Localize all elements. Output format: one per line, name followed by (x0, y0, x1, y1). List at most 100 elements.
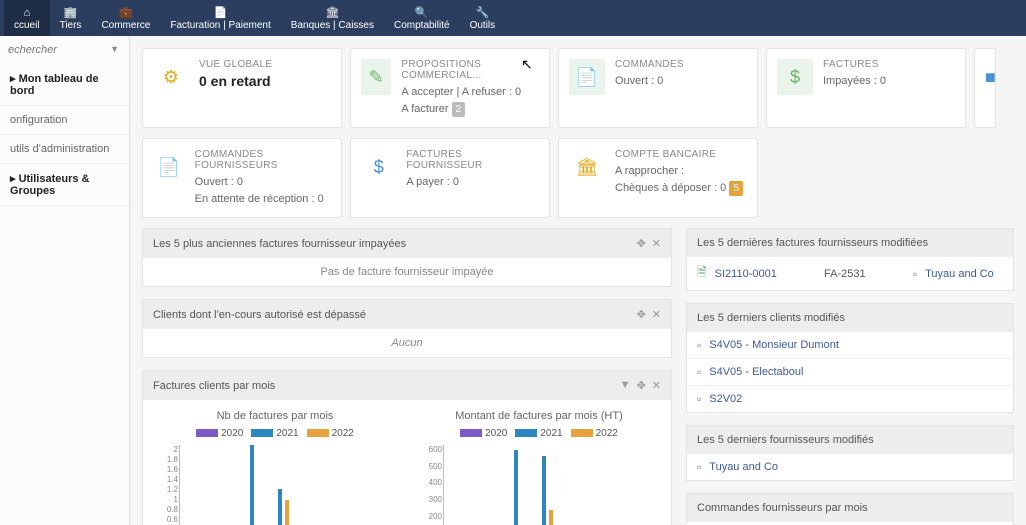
file-icon: 📄 (214, 6, 228, 20)
panel-title: Factures clients par mois (153, 380, 275, 392)
caret-down-icon[interactable]: ▼ (110, 44, 119, 54)
list-ref[interactable]: S4V05 - Monsieur Dumont (709, 339, 839, 351)
card-propositions-commercial-[interactable]: ✎PROPOSITIONS COMMERCIAL...A accepter | … (350, 48, 550, 128)
list-item[interactable]: ▫S4V05 - Electaboul (687, 358, 1013, 385)
list-ref[interactable]: Tuyau and Co (709, 461, 778, 473)
panel-client-invoices-chart: Factures clients par mois ▼ ✥ ✕ Nb de fa… (142, 370, 672, 525)
panel-title: Clients dont l'en-cours autorisé est dép… (153, 309, 366, 321)
list-ref[interactable]: SI2110-0001 (715, 268, 777, 280)
card-commandes-fournisseurs[interactable]: 📄COMMANDES FOURNISSEURSOuvert : 0En atte… (142, 138, 342, 218)
panel-body: 🗎SI2110-0001FA-2531▫Tuyau and Co (687, 257, 1013, 290)
list-ref[interactable]: S4V05 - Electaboul (709, 366, 803, 378)
card-title: PROPOSITIONS COMMERCIAL... (401, 59, 539, 81)
cards-row-1: ⚙VUE GLOBALE0 en retard✎PROPOSITIONS COM… (142, 48, 1014, 128)
layout: ▼ ▸ Mon tableau de bordonfigurationutils… (0, 36, 1026, 525)
panel-title: Commandes fournisseurs par mois (697, 502, 868, 514)
badge: 5 (729, 181, 743, 196)
gear-icon: ⚙ (153, 59, 189, 95)
panel-header: Les 5 dernières factures fournisseurs mo… (687, 229, 1013, 257)
move-icon[interactable]: ✥ (637, 237, 646, 250)
panel-title: Les 5 derniers clients modifiés (697, 312, 845, 324)
card-line: Ouvert : 0 (195, 174, 331, 191)
y-axis: 21.81.61.41.210.80.60.40.20 (154, 445, 178, 525)
nav-label: ccueil (14, 20, 40, 31)
panel-body: Aucun (143, 329, 671, 357)
panel-body: ▫S4V05 - Monsieur Dumont▫S4V05 - Electab… (687, 332, 1013, 412)
file-icon: ■ (985, 59, 996, 95)
building-icon: ▫ (913, 267, 917, 281)
card-line: Ouvert : 0 (615, 73, 684, 90)
panel-title: Les 5 dernières factures fournisseurs mo… (697, 237, 928, 249)
nav-outils[interactable]: 🔧Outils (460, 0, 506, 36)
y-axis: 6005004003002001000 (418, 445, 442, 525)
bar (542, 456, 546, 525)
card-title: COMMANDES FOURNISSEURS (195, 149, 331, 171)
card-clipped[interactable]: ■ (974, 48, 996, 128)
card-factures-fournisseur[interactable]: $FACTURES FOURNISSEURA payer : 0 (350, 138, 550, 218)
sidebar-item-utilisateurs-groupes[interactable]: ▸ Utilisateurs & Groupes (0, 164, 129, 206)
move-icon[interactable]: ✥ (637, 379, 646, 392)
chart-title: Nb de factures par mois (153, 410, 397, 422)
card-compte-bancaire[interactable]: 🏛COMPTE BANCAIREA rapprocher :Chèques à … (558, 138, 758, 218)
chart-bars (444, 445, 651, 525)
chart-area: Nb de factures par mois 202020212022 21.81… (143, 400, 671, 525)
dollar-file-icon: $ (777, 59, 813, 95)
close-icon[interactable]: ✕ (652, 237, 661, 250)
nav-label: Tiers (60, 20, 82, 31)
nav-ccueil[interactable]: ⌂ccueil (4, 0, 50, 36)
panel-header: Les 5 derniers fournisseurs modifiés (687, 426, 1013, 454)
filter-icon[interactable]: ▼ (620, 379, 631, 392)
card-title: COMMANDES (615, 59, 684, 70)
sidebar-item-mon-tableau-de-bord[interactable]: ▸ Mon tableau de bord (0, 64, 129, 106)
chart-plot: 21.81.61.41.210.80.60.40.20 (179, 445, 387, 525)
file-icon: 📄 (153, 149, 185, 185)
panel-title: Les 5 derniers fournisseurs modifiés (697, 434, 874, 446)
nav-facturation-paiement[interactable]: 📄Facturation | Paiement (160, 0, 280, 36)
card-main: 0 en retard (199, 73, 272, 89)
card-commandes[interactable]: 📄COMMANDESOuvert : 0 (558, 48, 758, 128)
list-item[interactable]: ▫S4V05 - Monsieur Dumont (687, 332, 1013, 358)
card-line: Chèques à déposer : 05 (615, 180, 743, 197)
bar (549, 510, 553, 525)
sidebar-item-utils-d-administration[interactable]: utils d'administration (0, 135, 129, 164)
list-item[interactable]: ▫ S2V02 (687, 385, 1013, 412)
home-icon: ⌂ (23, 6, 30, 20)
panel-header: Commandes fournisseurs par mois (687, 494, 1013, 522)
close-icon[interactable]: ✕ (652, 379, 661, 392)
legend-item: 2022 (307, 428, 354, 439)
chart: Montant de factures par mois (HT)2020202… (417, 410, 661, 525)
sidebar: ▼ ▸ Mon tableau de bordonfigurationutils… (0, 36, 130, 525)
list-item[interactable]: 🗎SI2110-0001FA-2531▫Tuyau and Co (687, 257, 1013, 290)
card-vue-globale[interactable]: ⚙VUE GLOBALE0 en retard (142, 48, 342, 128)
nav-tiers[interactable]: 🏢Tiers (50, 0, 92, 36)
search-input[interactable] (8, 42, 121, 58)
doc-icon: ▫ (697, 460, 701, 474)
card-line: Impayées : 0 (823, 73, 886, 90)
sidebar-item-onfiguration[interactable]: onfiguration (0, 106, 129, 135)
top-nav: ⌂ccueil🏢Tiers💼Commerce📄Facturation | Pai… (0, 0, 1026, 36)
doc-icon: 🗎 (697, 263, 707, 284)
close-icon[interactable]: ✕ (652, 308, 661, 321)
building-icon: 🏢 (64, 6, 78, 20)
panel-supplier-orders-chart: Commandes fournisseurs par mois Nombre d… (686, 493, 1014, 525)
move-icon[interactable]: ✥ (637, 308, 646, 321)
bank-icon: 🏛 (569, 149, 605, 185)
doc-icon: ▫ (697, 392, 701, 406)
chart-legend: 202020212022 (153, 428, 397, 439)
dollar-file-icon: $ (361, 149, 396, 185)
card-factures[interactable]: $FACTURESImpayées : 0 (766, 48, 966, 128)
nav-banques-caisses[interactable]: 🏛Banques | Caisses (281, 0, 384, 36)
bar (285, 500, 289, 525)
search-money-icon: 🔍 (415, 6, 429, 20)
left-column: Les 5 plus anciennes factures fournisseu… (142, 228, 672, 525)
card-line: A facturer2 (401, 101, 539, 118)
nav-label: Facturation | Paiement (170, 20, 270, 31)
chart-legend: 202020212022 (417, 428, 661, 439)
nav-commerce[interactable]: 💼Commerce (91, 0, 160, 36)
panel-oldest-supplier-invoices: Les 5 plus anciennes factures fournisseu… (142, 228, 672, 287)
nav-label: Comptabilité (394, 20, 450, 31)
nav-comptabilit-[interactable]: 🔍Comptabilité (384, 0, 460, 36)
list-ref[interactable]: S2V02 (709, 393, 742, 405)
list-item[interactable]: ▫ Tuyau and Co (687, 454, 1013, 480)
list-right[interactable]: Tuyau and Co (925, 268, 994, 280)
